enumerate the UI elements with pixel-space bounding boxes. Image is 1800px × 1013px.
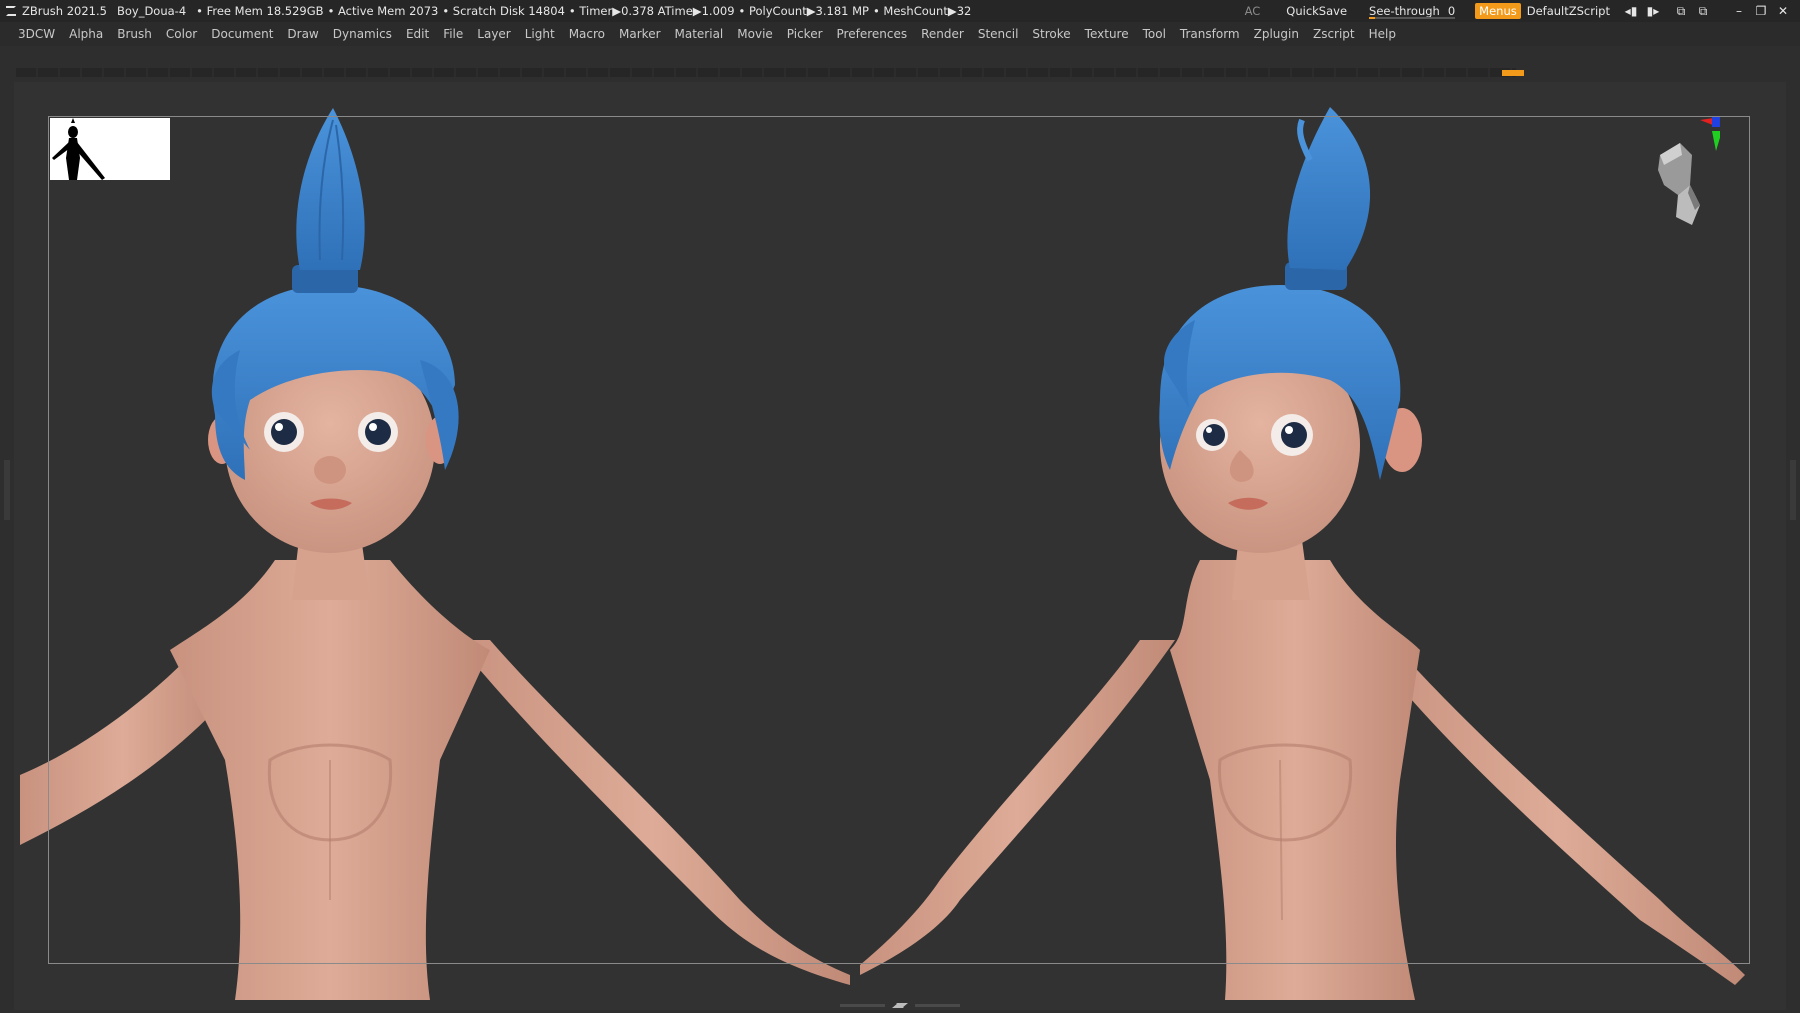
z-axis-icon[interactable] <box>1712 117 1720 127</box>
navigation-thumbnail[interactable] <box>50 118 170 180</box>
y-axis-icon[interactable] <box>1712 131 1720 151</box>
document-frame <box>48 116 1750 964</box>
bottom-tray-handle[interactable] <box>840 1003 960 1009</box>
head-gizmo-icon[interactable] <box>1658 143 1700 225</box>
thumbnail-silhouette-icon <box>52 118 105 180</box>
navigation-head-gizmo[interactable] <box>1650 115 1720 235</box>
